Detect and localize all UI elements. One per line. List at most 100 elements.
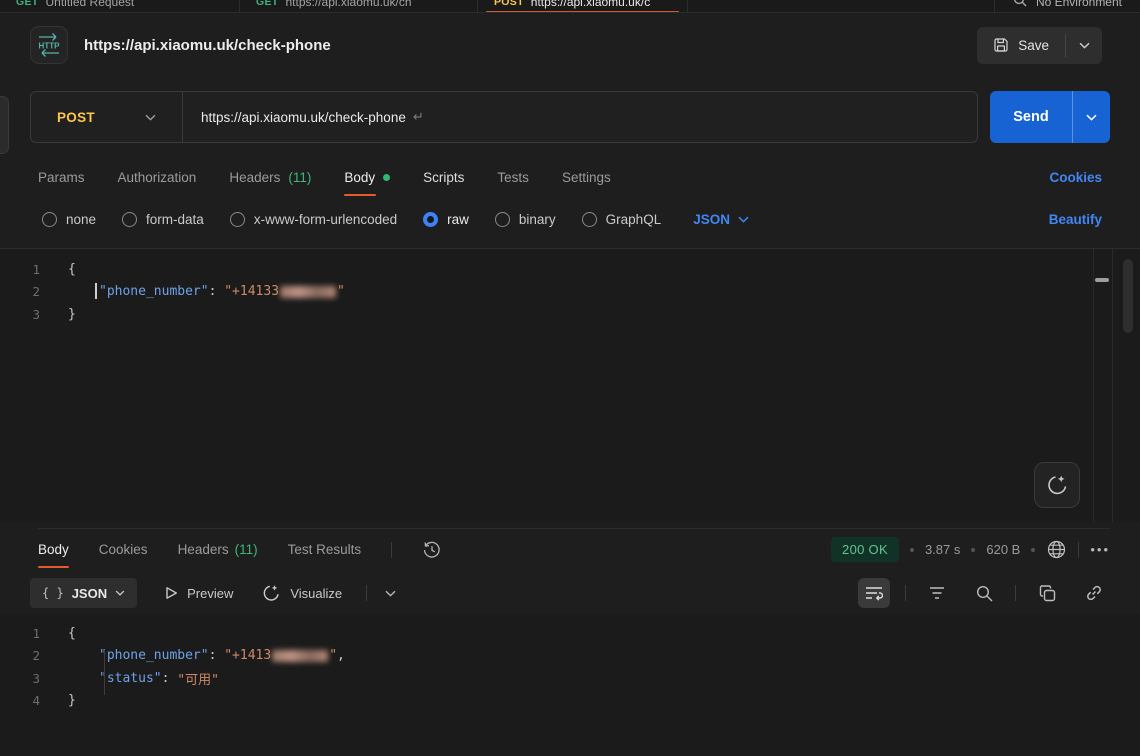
code-token: "可用" xyxy=(177,669,219,688)
tab-params[interactable]: Params xyxy=(38,157,85,197)
tab-settings[interactable]: Settings xyxy=(562,157,611,197)
page-scrollbar-handle[interactable] xyxy=(1123,259,1133,333)
radio-binary[interactable]: binary xyxy=(495,212,556,227)
divider xyxy=(905,585,906,601)
response-time[interactable]: 3.87 s xyxy=(925,542,960,557)
beautify-link[interactable]: Beautify xyxy=(1049,212,1102,227)
word-wrap-icon xyxy=(865,585,883,601)
method-selector[interactable] xyxy=(145,114,156,121)
send-button[interactable]: Send xyxy=(990,91,1072,143)
radio-raw[interactable]: raw xyxy=(423,212,469,227)
word-wrap-button[interactable] xyxy=(858,578,890,608)
response-tabs: Body Cookies Headers (11) Test Results 2… xyxy=(38,528,1110,570)
text-cursor xyxy=(95,283,97,299)
code-token: { xyxy=(68,262,76,277)
postbot-button[interactable] xyxy=(1034,462,1080,508)
code-line: 1{ xyxy=(0,258,1140,281)
globe-network-icon[interactable] xyxy=(1046,539,1067,560)
radio-circle-selected xyxy=(423,212,438,227)
status-badge[interactable]: 200 OK xyxy=(831,537,899,562)
response-tab-test-results[interactable]: Test Results xyxy=(288,529,362,571)
code-token: " xyxy=(329,648,337,663)
app-window: GET Untitled Request GET https://api.xia… xyxy=(0,0,1140,756)
divider xyxy=(366,585,367,601)
tab-label: https://api.xiaomu.uk/c xyxy=(531,0,650,9)
send-options-button[interactable] xyxy=(1072,91,1110,143)
filter-button[interactable] xyxy=(921,578,953,608)
code-line: 3"status": "可用" xyxy=(0,667,1140,690)
play-icon xyxy=(165,586,178,600)
separator-dot xyxy=(971,548,975,552)
code-token: "phone_number" xyxy=(99,648,209,663)
radio-x-www-form-urlencoded[interactable]: x-www-form-urlencoded xyxy=(230,212,397,227)
divider xyxy=(1078,542,1079,558)
copy-response-button[interactable] xyxy=(1031,578,1063,608)
chevron-down-icon xyxy=(145,114,156,121)
sidebar-collapsed-handle[interactable] xyxy=(0,96,9,154)
response-size[interactable]: 620 B xyxy=(986,542,1020,557)
http-request-icon: HTTP xyxy=(30,26,68,64)
editor-border-line xyxy=(1112,249,1113,522)
url-builder-row: POST https://api.xiaomu.uk/check-phone ↵… xyxy=(30,91,1110,143)
radio-circle xyxy=(495,212,510,227)
method-badge: GET xyxy=(16,0,39,8)
link-icon xyxy=(1085,584,1103,602)
request-tab-1[interactable]: GET Untitled Request xyxy=(0,0,240,13)
search-icon xyxy=(1013,0,1027,7)
search-in-response-button[interactable] xyxy=(968,578,1000,608)
response-toolbar: { } JSON Preview Visualize xyxy=(30,574,1110,612)
code-token: "phone_number" xyxy=(99,284,209,299)
preview-button[interactable]: Preview xyxy=(165,586,233,601)
editor-scrollbar-handle[interactable] xyxy=(1095,278,1109,282)
tab-label: Untitled Request xyxy=(46,0,135,9)
visualize-button[interactable]: Visualize xyxy=(261,583,342,603)
radio-graphql[interactable]: GraphQL xyxy=(582,212,662,227)
radio-circle xyxy=(230,212,245,227)
request-tab-3-active[interactable]: POST https://api.xiaomu.uk/c xyxy=(478,0,688,13)
radio-circle xyxy=(42,212,57,227)
response-format-selector[interactable]: { } JSON xyxy=(30,578,137,608)
tab-authorization[interactable]: Authorization xyxy=(118,157,197,197)
save-options-button[interactable] xyxy=(1066,27,1102,64)
line-number: 1 xyxy=(0,262,68,277)
response-tab-headers[interactable]: Headers (11) xyxy=(178,529,258,571)
code-token: "+1413 xyxy=(224,648,271,663)
response-editor-actions xyxy=(858,578,1110,608)
line-number: 2 xyxy=(0,284,68,299)
visualize-sparkle-icon xyxy=(261,583,281,603)
request-tab-2[interactable]: GET https://api.xiaomu.uk/ch xyxy=(240,0,478,13)
save-button[interactable]: Save xyxy=(977,27,1065,64)
content-type-selector[interactable]: JSON xyxy=(693,212,749,227)
link-button[interactable] xyxy=(1078,578,1110,608)
code-token: : xyxy=(209,648,225,663)
request-body-editor[interactable]: 1{2"phone_number": "+14133"3} xyxy=(0,248,1140,522)
code-token: , xyxy=(337,648,345,663)
radio-none[interactable]: none xyxy=(42,212,96,227)
body-type-options: none form-data x-www-form-urlencoded raw… xyxy=(42,203,1102,235)
search-icon xyxy=(976,585,993,602)
divider xyxy=(182,92,183,142)
more-options-icon[interactable]: ••• xyxy=(1090,542,1110,557)
tab-body[interactable]: Body xyxy=(344,157,390,197)
code-line: 1{ xyxy=(0,622,1140,645)
filter-icon xyxy=(929,586,945,600)
response-body-editor[interactable]: 1{2"phone_number": "+1413",3"status": "可… xyxy=(0,614,1140,756)
chevron-down-icon xyxy=(115,590,125,596)
request-title: https://api.xiaomu.uk/check-phone xyxy=(84,37,331,54)
environment-selector[interactable]: No Environment xyxy=(994,0,1140,12)
tab-scripts[interactable]: Scripts xyxy=(423,157,464,197)
body-modified-dot xyxy=(383,174,390,181)
tab-headers[interactable]: Headers (11) xyxy=(229,157,311,197)
tab-tests[interactable]: Tests xyxy=(497,157,529,197)
response-tab-body[interactable]: Body xyxy=(38,529,69,571)
response-history-button[interactable] xyxy=(422,540,442,560)
view-options-button[interactable] xyxy=(385,590,396,597)
response-tab-cookies[interactable]: Cookies xyxy=(99,529,148,571)
line-number: 3 xyxy=(0,307,68,322)
send-button-group: Send xyxy=(990,91,1110,143)
radio-form-data[interactable]: form-data xyxy=(122,212,204,227)
environment-label: No Environment xyxy=(1036,0,1122,9)
code-token: "+14133 xyxy=(224,284,279,299)
cookies-link[interactable]: Cookies xyxy=(1049,170,1102,185)
url-input[interactable]: https://api.xiaomu.uk/check-phone xyxy=(201,110,406,125)
